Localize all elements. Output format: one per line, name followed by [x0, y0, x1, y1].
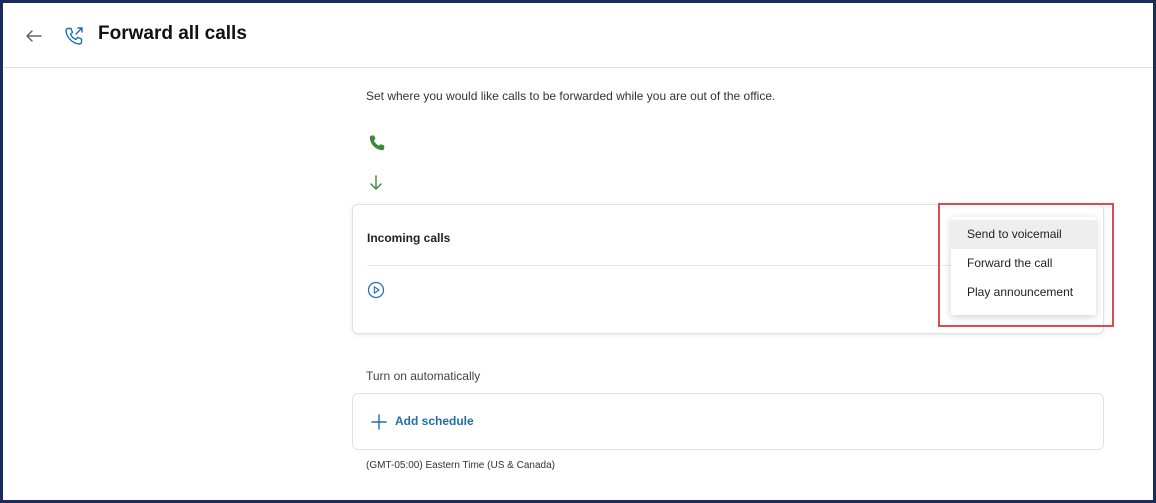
timezone-text: (GMT-05:00) Eastern Time (US & Canada) — [366, 460, 555, 471]
play-circle-icon[interactable] — [367, 281, 385, 299]
action-dropdown-menu: Send to voicemail Forward the call Play … — [951, 217, 1096, 315]
menu-item-send-to-voicemail[interactable]: Send to voicemail — [951, 220, 1096, 249]
add-schedule-button[interactable]: Add schedule — [352, 393, 1104, 450]
back-arrow-icon[interactable] — [25, 28, 43, 44]
phone-forward-icon — [63, 25, 85, 47]
app-frame: Forward all calls Set where you would li… — [0, 0, 1156, 503]
arrow-down-icon — [369, 175, 383, 191]
menu-item-forward-the-call[interactable]: Forward the call — [951, 249, 1096, 278]
page-title: Forward all calls — [98, 23, 247, 44]
page-header: Forward all calls — [3, 3, 1153, 68]
turn-on-automatically-label: Turn on automatically — [366, 369, 481, 383]
incoming-calls-label: Incoming calls — [367, 231, 451, 245]
menu-item-play-announcement[interactable]: Play announcement — [951, 278, 1096, 307]
intro-text: Set where you would like calls to be for… — [366, 89, 776, 103]
phone-icon — [368, 134, 386, 152]
add-schedule-label: Add schedule — [395, 414, 474, 428]
plus-icon — [371, 414, 387, 430]
